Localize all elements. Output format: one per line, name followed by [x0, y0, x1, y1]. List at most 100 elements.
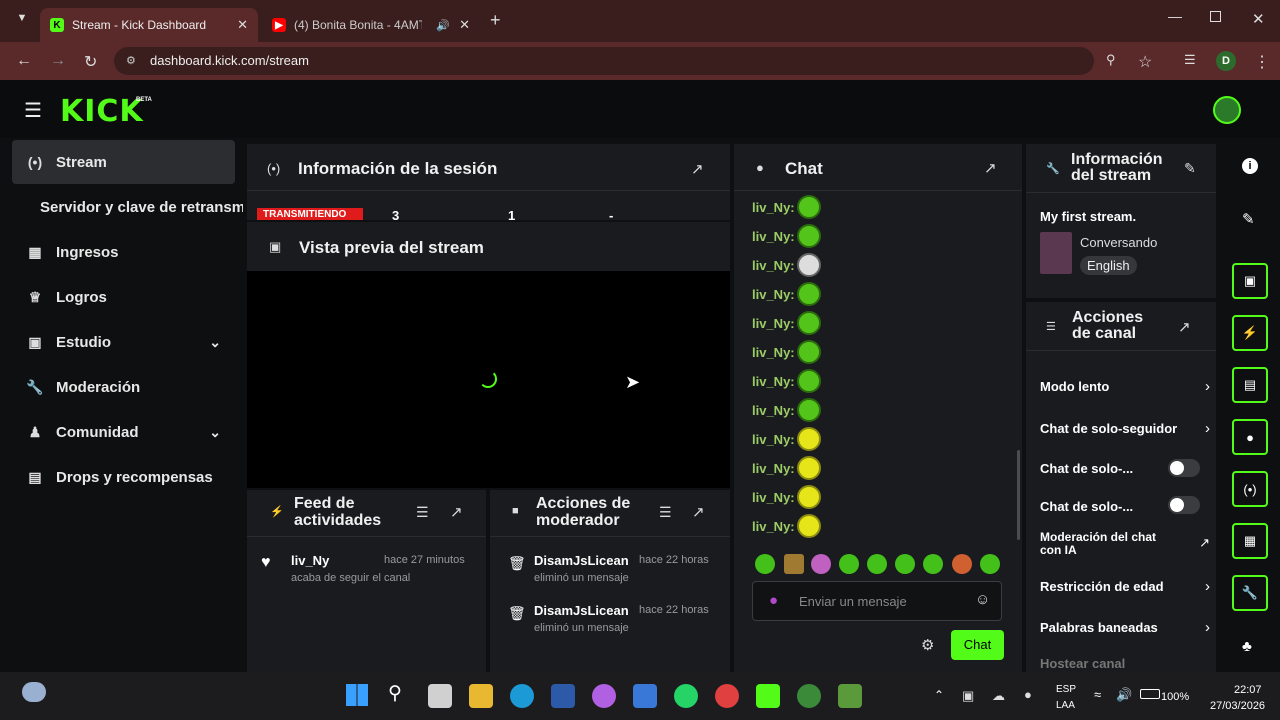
kick-app-icon[interactable]	[756, 684, 780, 708]
search-icon[interactable]: ⚲	[388, 682, 402, 705]
clip-button[interactable]: ▣	[1232, 263, 1268, 299]
weather-icon[interactable]	[22, 682, 46, 702]
quick-emote[interactable]	[839, 554, 859, 574]
quick-emote[interactable]	[784, 554, 804, 574]
tab-youtube[interactable]: ▶ (4) Bonita Bonita - 4AMTape 🔊 ✕	[262, 8, 480, 42]
subscribers-only-toggle[interactable]	[1168, 459, 1200, 477]
media-control-icon[interactable]: ☰	[1184, 52, 1196, 68]
lang-code[interactable]: ESP	[1056, 684, 1076, 695]
site-info-icon[interactable]: ⚙	[126, 47, 136, 75]
user-avatar[interactable]	[1213, 96, 1241, 124]
edge-icon[interactable]	[510, 684, 534, 708]
emoji-icon[interactable]: ☺	[975, 591, 990, 608]
back-icon[interactable]: ←	[16, 52, 32, 70]
chat-send-button[interactable]: Chat	[951, 630, 1004, 660]
tray-chevron-up-icon[interactable]: ⌃	[934, 688, 944, 702]
clock-date[interactable]: 27/03/2026	[1210, 700, 1265, 712]
ai-moderation-item[interactable]: Moderación del chat con IA ↗	[1040, 531, 1210, 563]
file-explorer-icon[interactable]	[469, 684, 493, 708]
tab-search-button[interactable]: ▼	[12, 12, 32, 32]
close-window-button[interactable]: ✕	[1252, 10, 1265, 28]
copilot-icon[interactable]	[592, 684, 616, 708]
task-view-icon[interactable]	[428, 684, 452, 708]
sidebar-item-server-key[interactable]: Servidor y clave de retransm	[28, 185, 243, 229]
microphone-tray-icon[interactable]: ●	[1024, 687, 1032, 702]
store-icon[interactable]	[633, 684, 657, 708]
chat-username[interactable]: liv_Ny:	[752, 200, 795, 215]
info-icon[interactable]: i	[1242, 158, 1258, 174]
edit-pencil-icon[interactable]: ✎	[1184, 160, 1196, 177]
new-tab-button[interactable]: +	[490, 10, 501, 31]
sidebar-item-drops[interactable]: ▤ Drops y recompensas	[12, 455, 235, 499]
minecraft-icon[interactable]	[838, 684, 862, 708]
profile-avatar[interactable]: D	[1216, 51, 1236, 71]
quick-emote[interactable]	[755, 554, 775, 574]
quick-emote[interactable]	[952, 554, 972, 574]
password-key-icon[interactable]: ⚲	[1106, 52, 1116, 68]
followers-only-item[interactable]: Chat de solo-seguidor ›	[1040, 420, 1210, 440]
broadcast-button[interactable]: (•)	[1232, 471, 1268, 507]
chat-username[interactable]: liv_Ny:	[752, 258, 795, 273]
chat-scrollbar[interactable]	[1017, 450, 1020, 540]
quick-emote[interactable]	[895, 554, 915, 574]
raid-button[interactable]: ⚡	[1232, 315, 1268, 351]
popout-icon[interactable]: ↗	[1178, 318, 1191, 336]
quick-emote[interactable]	[923, 554, 943, 574]
chat-username[interactable]: liv_Ny:	[752, 287, 795, 302]
chat-username[interactable]: liv_Ny:	[752, 316, 795, 331]
chat-username[interactable]: liv_Ny:	[752, 345, 795, 360]
quick-emote[interactable]	[980, 554, 1000, 574]
chat-username[interactable]: liv_Ny:	[752, 374, 795, 389]
popout-icon[interactable]: ↗	[450, 503, 463, 521]
notes-button[interactable]: ▤	[1232, 367, 1268, 403]
sidebar-item-stream[interactable]: (•) Stream	[12, 140, 235, 184]
photoshop-icon[interactable]	[551, 684, 575, 708]
quick-emote[interactable]	[867, 554, 887, 574]
chat-username[interactable]: liv_Ny:	[752, 490, 795, 505]
sidebar-item-studio[interactable]: ▣ Estudio ⌄	[12, 320, 235, 364]
chat-username[interactable]: liv_Ny:	[752, 229, 795, 244]
edit-pencil-icon[interactable]: ✎	[1242, 210, 1255, 228]
host-channel-item[interactable]: Hostear canal	[1040, 655, 1210, 671]
popout-icon[interactable]: ↗	[691, 160, 704, 178]
windows-start-icon[interactable]	[346, 684, 368, 706]
battery-icon[interactable]	[1140, 689, 1160, 699]
chat-username[interactable]: liv_Ny:	[752, 403, 795, 418]
reload-icon[interactable]: ↻	[84, 52, 97, 72]
url-input[interactable]: ⚙ dashboard.kick.com/stream	[114, 47, 1094, 75]
more-apps-icon[interactable]: ♣	[1242, 638, 1252, 655]
chat-username[interactable]: liv_Ny:	[752, 461, 795, 476]
banned-words-item[interactable]: Palabras baneadas ›	[1040, 619, 1210, 639]
popout-icon[interactable]: ↗	[984, 159, 997, 177]
emotes-only-toggle[interactable]	[1168, 496, 1200, 514]
tray-app-icon[interactable]: ▣	[962, 688, 974, 704]
chat-message-button[interactable]: ●	[1232, 419, 1268, 455]
kick-logo[interactable]: KICK	[60, 94, 144, 129]
chrome-icon[interactable]	[715, 684, 739, 708]
sidebar-item-community[interactable]: ♟ Comunidad ⌄	[12, 410, 235, 454]
mod-action-user[interactable]: DisamJsLicean	[534, 603, 629, 618]
sidebar-item-income[interactable]: ▦ Ingresos	[12, 230, 235, 274]
chrome-profile-icon[interactable]	[797, 684, 821, 708]
mod-action-user[interactable]: DisamJsLicean	[534, 553, 629, 568]
popout-icon[interactable]: ↗	[692, 503, 705, 521]
chat-username[interactable]: liv_Ny:	[752, 432, 795, 447]
bookmark-star-icon[interactable]: ☆	[1138, 52, 1152, 72]
chat-settings-icon[interactable]: ⚙	[921, 636, 934, 654]
speaker-icon[interactable]: 🔊	[436, 19, 450, 32]
quick-emote[interactable]	[811, 554, 831, 574]
sidebar-item-moderation[interactable]: 🔧 Moderación	[12, 365, 235, 409]
chat-input[interactable]: ● Enviar un mensaje ☺	[752, 581, 1002, 621]
filter-icon[interactable]: ☰	[416, 504, 429, 521]
browser-menu-icon[interactable]: ⋮	[1254, 52, 1270, 72]
layout-button[interactable]: ▦	[1232, 523, 1268, 559]
close-tab-icon[interactable]: ✕	[459, 17, 470, 33]
close-tab-icon[interactable]: ✕	[237, 17, 248, 33]
minimize-button[interactable]: —	[1168, 8, 1182, 24]
forward-icon[interactable]: →	[50, 52, 66, 70]
microphone-icon[interactable]: ●	[769, 592, 778, 609]
volume-icon[interactable]: 🔊	[1116, 687, 1132, 703]
wifi-icon[interactable]: ≈	[1094, 687, 1101, 702]
feed-user[interactable]: liv_Ny	[291, 553, 329, 568]
sidebar-item-achievements[interactable]: ♕ Logros	[12, 275, 235, 319]
